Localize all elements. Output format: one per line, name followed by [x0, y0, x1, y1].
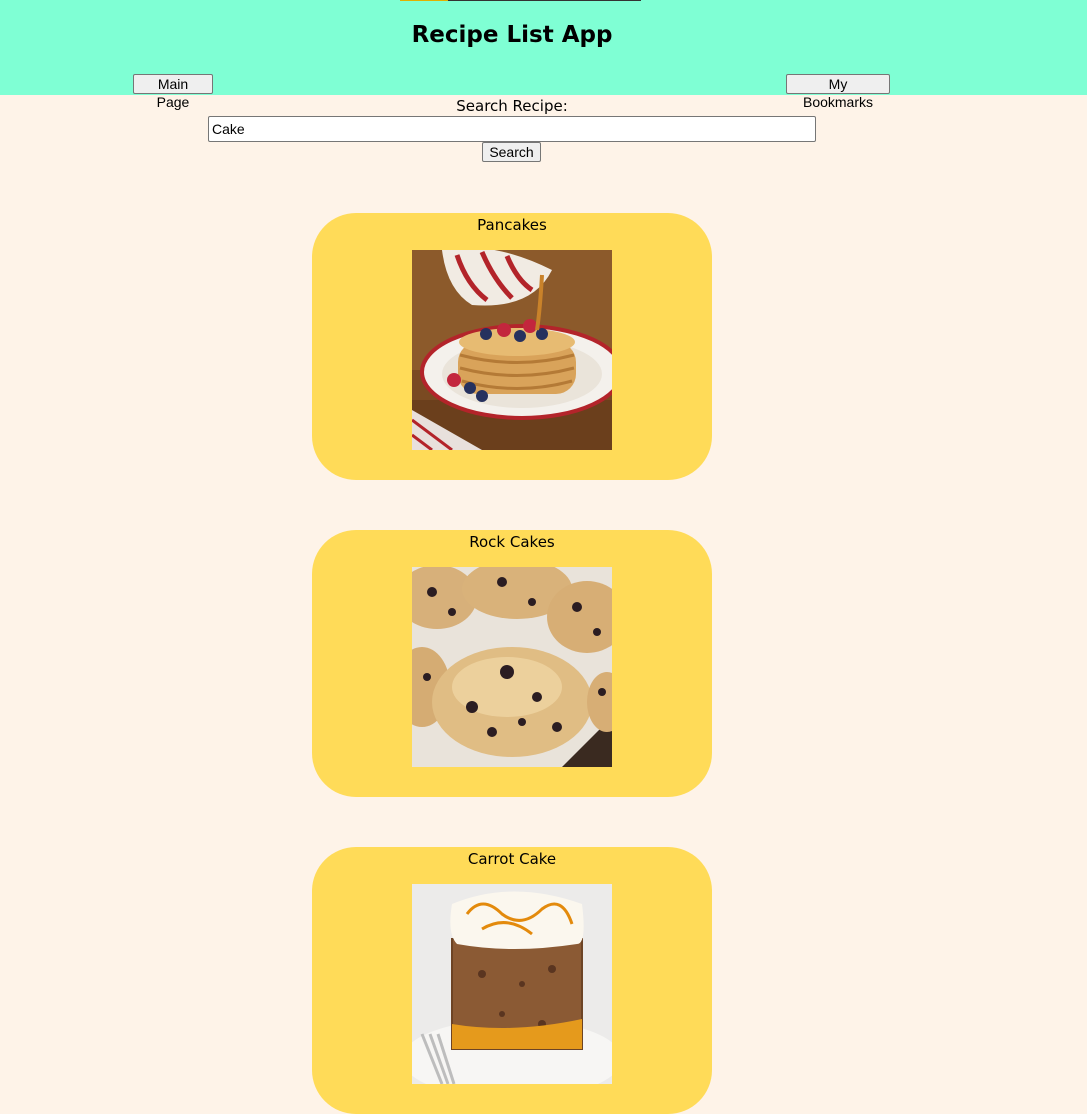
main-page-button[interactable]: Main Page: [133, 74, 213, 110]
recipe-image-pancakes[interactable]: [412, 250, 612, 450]
header-strip: [400, 0, 641, 1]
recipe-card[interactable]: Pancakes: [312, 213, 712, 480]
recipe-image-carrot-cake[interactable]: [412, 884, 612, 1084]
app-title: Recipe List App: [411, 22, 613, 48]
recipe-image-rock-cakes[interactable]: [412, 567, 612, 767]
search-input[interactable]: [208, 116, 816, 142]
search-label: Search Recipe:: [456, 97, 568, 115]
my-bookmarks-button[interactable]: My Bookmarks: [786, 74, 890, 110]
recipe-card[interactable]: Carrot Cake: [312, 847, 712, 1114]
recipe-title: Pancakes: [477, 216, 547, 234]
recipe-card[interactable]: Rock Cakes: [312, 530, 712, 797]
recipe-title: Rock Cakes: [469, 533, 555, 551]
recipe-title: Carrot Cake: [467, 850, 557, 868]
search-button[interactable]: Search: [482, 142, 541, 162]
app-header: Recipe List App Main Page My Bookmarks: [0, 0, 1087, 110]
